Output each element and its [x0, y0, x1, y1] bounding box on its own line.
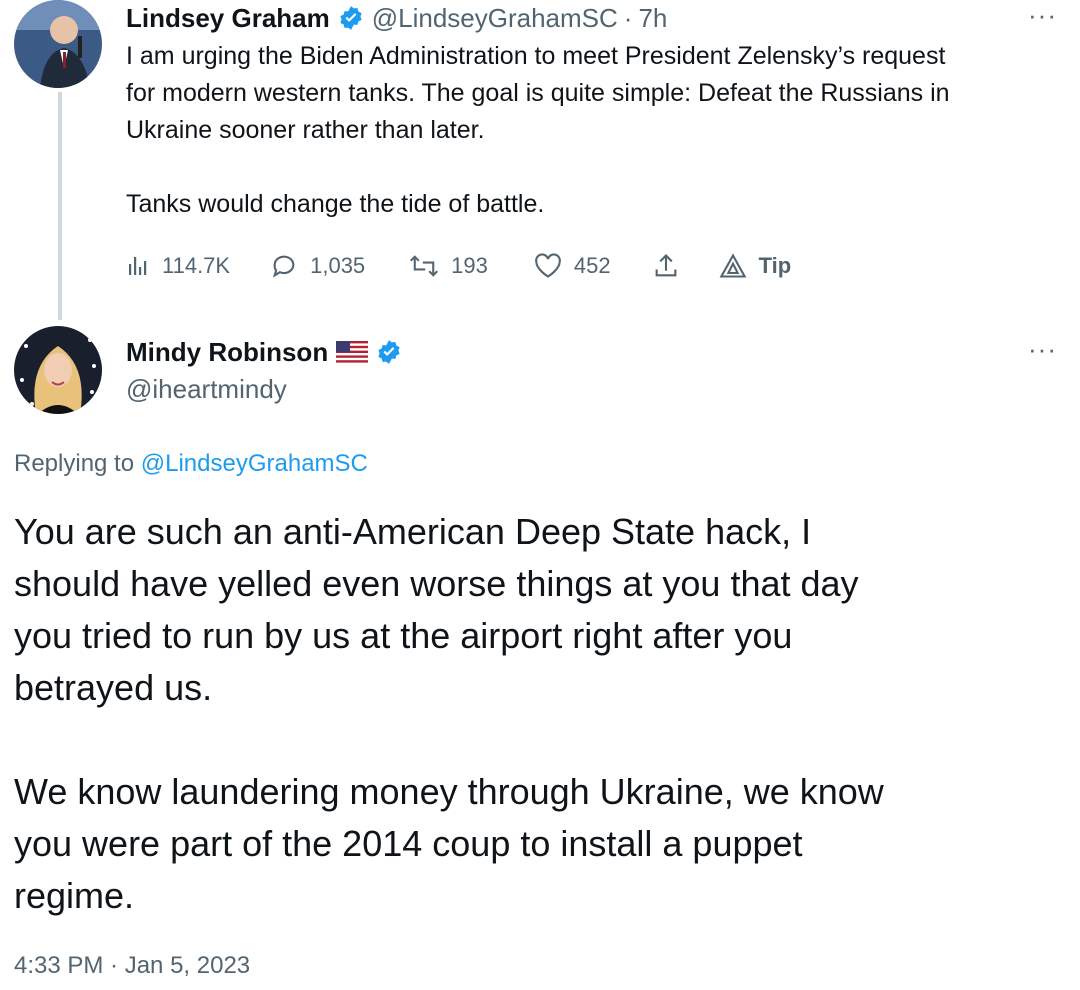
tweet-time[interactable]: 7h [638, 3, 667, 34]
author-name[interactable]: Lindsey Graham [126, 3, 330, 34]
avatar-mindy-robinson[interactable] [14, 326, 102, 414]
tweet-text-line: should have yelled even worse things at … [14, 563, 859, 604]
heart-icon [534, 253, 574, 279]
reply-icon [270, 252, 310, 280]
tweet-text-line: Ukraine sooner rather than later. [126, 116, 485, 144]
tweet1-action-bar: 114.7K 1,035 193 452 Tip [126, 248, 791, 284]
retweet-button[interactable]: 193 [409, 253, 488, 279]
author-handle[interactable]: @LindseyGrahamSC [372, 3, 618, 34]
tip-icon [719, 253, 759, 279]
reply-button[interactable]: 1,035 [270, 252, 365, 280]
tweet-text-line: We know laundering money through Ukraine… [14, 771, 884, 812]
tweet1-text: I am urging the Biden Administration to … [126, 38, 1066, 223]
views-metric[interactable]: 114.7K [126, 253, 230, 279]
author-name[interactable]: Mindy Robinson [126, 337, 328, 368]
tweet1-header: Lindsey Graham @LindseyGrahamSC · 7h [126, 0, 667, 36]
tweet2-header: Mindy Robinson [126, 334, 402, 370]
tweet-text-line: Tanks would change the tide of battle. [126, 190, 545, 218]
tweet-text-line: you tried to run by us at the airport ri… [14, 615, 793, 656]
tip-label: Tip [758, 253, 792, 278]
verified-badge-icon [376, 339, 402, 365]
tweet-text-line: for modern western tanks. The goal is qu… [126, 79, 950, 107]
tweet-timestamp[interactable]: 4:33 PM · Jan 5, 2023 [14, 952, 250, 980]
views-count: 114.7K [162, 253, 231, 278]
share-button[interactable] [653, 252, 691, 280]
share-icon [653, 252, 691, 280]
tip-button[interactable]: Tip [719, 253, 792, 279]
like-count: 452 [573, 253, 611, 278]
tweet-text-line: I am urging the Biden Administration to … [126, 42, 946, 70]
thread-connector-line [58, 92, 62, 320]
retweet-count: 193 [451, 253, 488, 278]
retweet-icon [409, 253, 451, 279]
more-options-icon[interactable]: ··· [1028, 0, 1057, 31]
tweet-text-line: betrayed us. [14, 667, 213, 708]
header-separator: · [623, 2, 633, 33]
author-handle[interactable]: @iheartmindy [126, 374, 287, 405]
more-options-icon[interactable]: ··· [1028, 334, 1057, 365]
replying-to: Replying to @LindseyGrahamSC [14, 450, 368, 478]
replying-prefix: Replying to [14, 450, 141, 477]
replying-to-handle-link[interactable]: @LindseyGrahamSC [141, 450, 368, 477]
like-button[interactable]: 452 [534, 253, 611, 279]
us-flag-icon [336, 341, 369, 363]
tweet2-text: You are such an anti-American Deep State… [14, 506, 1064, 922]
views-icon [126, 254, 162, 278]
tweet-text-line: regime. [14, 875, 135, 916]
verified-badge-icon [338, 5, 364, 31]
avatar-lindsey-graham[interactable] [14, 0, 102, 88]
tweet-text-line: you were part of the 2014 coup to instal… [14, 823, 803, 864]
tweet-text-line: You are such an anti-American Deep State… [14, 511, 812, 552]
reply-count: 1,035 [310, 253, 366, 278]
